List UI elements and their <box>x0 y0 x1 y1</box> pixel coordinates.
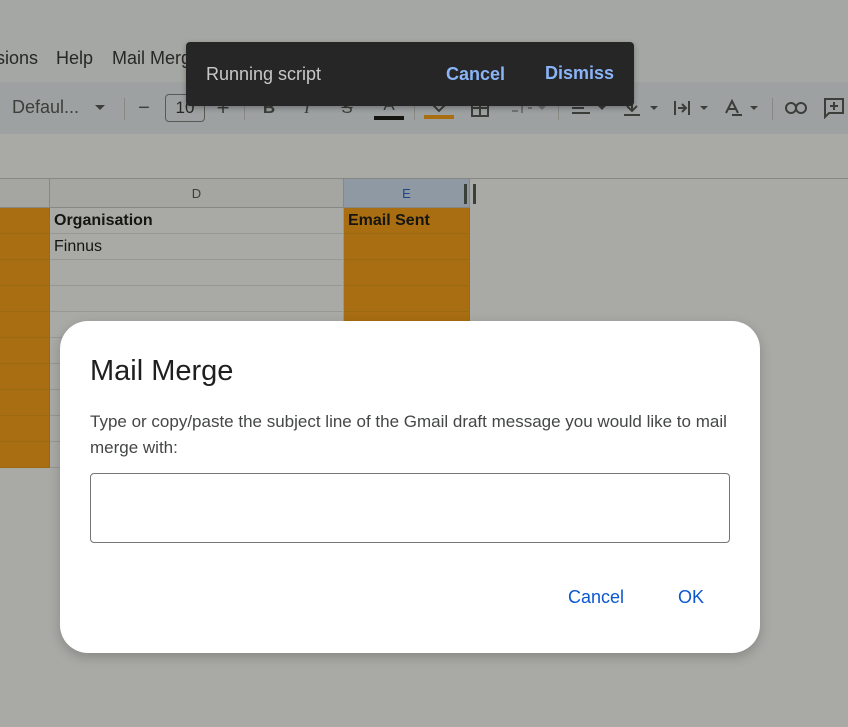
dialog-message: Type or copy/paste the subject line of t… <box>90 412 727 457</box>
running-script-snackbar: Running script Cancel Dismiss <box>186 42 634 106</box>
snackbar-message: Running script <box>206 64 322 84</box>
subject-line-input[interactable] <box>90 473 730 543</box>
spreadsheet-app: sions Help Mail Merg Defaul... − 10 + B … <box>0 0 848 727</box>
dialog-cancel-button[interactable]: Cancel <box>568 587 624 608</box>
snackbar-dismiss-button[interactable]: Dismiss <box>545 63 614 84</box>
dialog-ok-button[interactable]: OK <box>678 587 704 608</box>
mail-merge-dialog: Mail Merge Type or copy/paste the subjec… <box>60 321 760 653</box>
dialog-title: Mail Merge <box>90 355 234 387</box>
snackbar-cancel-button[interactable]: Cancel <box>446 64 505 85</box>
